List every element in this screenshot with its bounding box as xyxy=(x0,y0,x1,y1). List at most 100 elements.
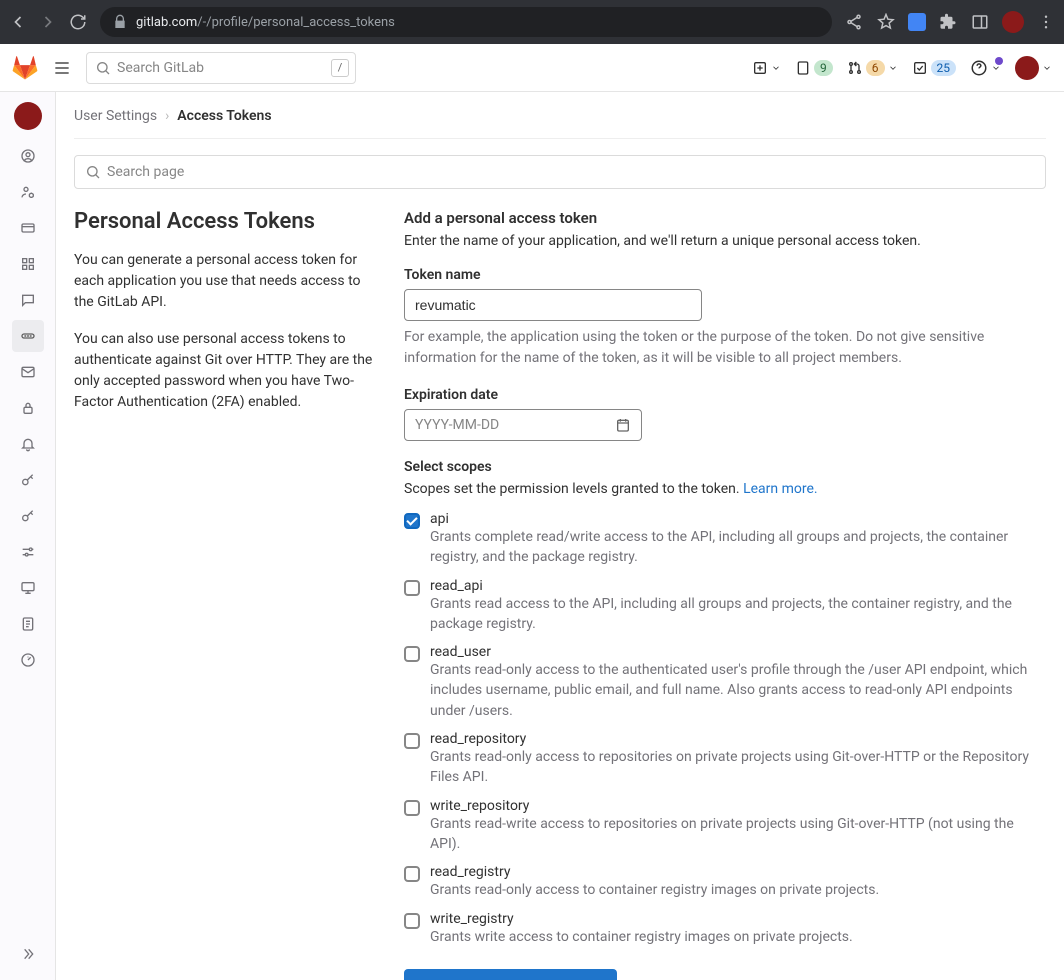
scope-row-read_registry: read_registryGrants read-only access to … xyxy=(404,864,1046,900)
todos-link[interactable]: 25 xyxy=(912,60,957,76)
browser-profile-avatar[interactable] xyxy=(1002,11,1024,33)
sidebar-item-gpg-keys[interactable] xyxy=(12,500,44,532)
page-title: Personal Access Tokens xyxy=(74,209,374,234)
new-dropdown[interactable] xyxy=(752,60,781,76)
scope-checkbox-api[interactable] xyxy=(404,513,420,529)
log-icon xyxy=(20,616,36,632)
token-name-help: For example, the application using the t… xyxy=(404,327,1046,369)
calendar-icon xyxy=(615,417,631,433)
scope-row-read_api: read_apiGrants read access to the API, i… xyxy=(404,578,1046,635)
scope-checkbox-write_registry[interactable] xyxy=(404,913,420,929)
scopes-label: Select scopes xyxy=(404,459,1046,475)
person-gear-icon xyxy=(20,184,36,200)
sidebar-item-chat[interactable] xyxy=(12,284,44,316)
sidebar-item-applications[interactable] xyxy=(12,248,44,280)
issues-link[interactable]: 9 xyxy=(795,60,833,76)
browser-reload-icon[interactable] xyxy=(68,12,88,32)
gitlab-search-input[interactable]: Search GitLab / xyxy=(86,52,356,84)
user-menu[interactable] xyxy=(1015,56,1052,80)
scope-row-read_repository: read_repositoryGrants read-only access t… xyxy=(404,731,1046,788)
scope-checkbox-read_registry[interactable] xyxy=(404,866,420,882)
breadcrumb-parent[interactable]: User Settings xyxy=(74,108,157,124)
hamburger-menu-icon[interactable] xyxy=(48,54,76,82)
sidebar-item-password[interactable] xyxy=(12,392,44,424)
help-dropdown[interactable] xyxy=(970,59,1001,77)
breadcrumb-current: Access Tokens xyxy=(177,108,271,124)
scope-name[interactable]: api xyxy=(430,511,1046,527)
search-icon xyxy=(85,164,101,180)
monitor-icon xyxy=(20,580,36,596)
breadcrumb-sep-icon: › xyxy=(165,108,169,124)
scope-checkbox-read_user[interactable] xyxy=(404,646,420,662)
scope-checkbox-write_repository[interactable] xyxy=(404,800,420,816)
chevron-double-right-icon xyxy=(20,946,36,962)
address-bar[interactable]: gitlab.com/-/profile/personal_access_tok… xyxy=(100,7,832,37)
sidebar-item-profile[interactable] xyxy=(12,140,44,172)
sidebar-item-emails[interactable] xyxy=(12,356,44,388)
key-icon xyxy=(20,508,36,524)
breadcrumb: User Settings › Access Tokens xyxy=(74,108,1046,139)
sidebar-user-avatar[interactable] xyxy=(14,102,42,130)
browser-chrome: gitlab.com/-/profile/personal_access_tok… xyxy=(0,0,1064,44)
sidebar-expand-button[interactable] xyxy=(12,938,44,970)
scope-checkbox-read_api[interactable] xyxy=(404,580,420,596)
browser-back-icon[interactable] xyxy=(8,12,28,32)
key-icon xyxy=(20,472,36,488)
scope-help: Grants read access to the API, including… xyxy=(430,594,1046,635)
sidebar-item-active-sessions[interactable] xyxy=(12,572,44,604)
browser-forward-icon[interactable] xyxy=(38,12,58,32)
sidebar-item-access-tokens[interactable] xyxy=(12,320,44,352)
share-icon[interactable] xyxy=(844,12,864,32)
merge-requests-dropdown[interactable]: 6 xyxy=(847,60,898,76)
scope-help: Grants read-only access to container reg… xyxy=(430,880,1046,900)
bookmark-star-icon[interactable] xyxy=(876,12,896,32)
scope-name[interactable]: write_registry xyxy=(430,911,1046,927)
learn-more-link[interactable]: Learn more. xyxy=(743,481,818,497)
scope-name[interactable]: read_registry xyxy=(430,864,1046,880)
bell-icon xyxy=(20,436,36,452)
extensions-puzzle-icon[interactable] xyxy=(938,12,958,32)
sidebar-item-usage-quotas[interactable] xyxy=(12,644,44,676)
url-text: gitlab.com/-/profile/personal_access_tok… xyxy=(136,15,395,30)
sidebar-item-authentication-log[interactable] xyxy=(12,608,44,640)
sidebar-item-preferences[interactable] xyxy=(12,536,44,568)
scope-name[interactable]: read_repository xyxy=(430,731,1046,747)
panel-icon[interactable] xyxy=(970,12,990,32)
form-subheading: Enter the name of your application, and … xyxy=(404,233,1046,249)
sidebar xyxy=(0,92,56,980)
sidebar-item-account[interactable] xyxy=(12,176,44,208)
mail-icon xyxy=(20,364,36,380)
form-heading: Add a personal access token xyxy=(404,209,1046,227)
help-icon xyxy=(970,59,988,77)
main-content: User Settings › Access Tokens Search pag… xyxy=(56,92,1064,980)
scope-row-read_user: read_userGrants read-only access to the … xyxy=(404,644,1046,721)
sidebar-item-ssh-keys[interactable] xyxy=(12,464,44,496)
chevron-down-icon xyxy=(1042,63,1052,73)
create-token-button[interactable]: Create personal access token xyxy=(404,969,617,980)
chevron-down-icon xyxy=(771,63,781,73)
scope-row-write_registry: write_registryGrants write access to con… xyxy=(404,911,1046,947)
search-placeholder: Search GitLab xyxy=(117,60,204,76)
scope-checkbox-read_repository[interactable] xyxy=(404,733,420,749)
scope-row-write_repository: write_repositoryGrants read-write access… xyxy=(404,798,1046,855)
sliders-icon xyxy=(20,544,36,560)
scope-name[interactable]: read_api xyxy=(430,578,1046,594)
gitlab-logo-icon[interactable] xyxy=(12,55,38,81)
credit-card-icon xyxy=(20,220,36,236)
gauge-icon xyxy=(20,652,36,668)
sidebar-item-notifications[interactable] xyxy=(12,428,44,460)
sidebar-item-billing[interactable] xyxy=(12,212,44,244)
page-description-2: You can also use personal access tokens … xyxy=(74,329,374,413)
scope-name[interactable]: read_user xyxy=(430,644,1046,660)
token-name-input[interactable] xyxy=(404,289,702,321)
lock-icon xyxy=(20,400,36,416)
expiration-date-input[interactable]: YYYY-MM-DD xyxy=(404,409,642,441)
browser-menu-icon[interactable] xyxy=(1036,12,1056,32)
apps-icon xyxy=(20,256,36,272)
issues-count: 9 xyxy=(814,60,833,76)
page-search-input[interactable]: Search page xyxy=(74,155,1046,189)
scope-help: Grants read-only access to the authentic… xyxy=(430,660,1046,721)
merge-request-icon xyxy=(847,60,863,76)
scope-name[interactable]: write_repository xyxy=(430,798,1046,814)
extension-icon[interactable] xyxy=(908,13,926,31)
